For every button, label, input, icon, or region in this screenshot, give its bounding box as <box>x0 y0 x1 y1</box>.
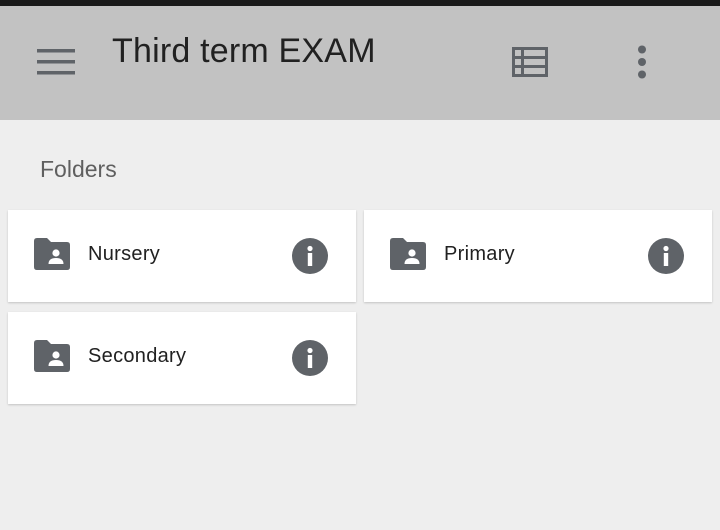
hamburger-menu-icon <box>37 49 75 75</box>
folder-info-button[interactable] <box>288 336 332 380</box>
info-icon <box>648 238 684 274</box>
info-icon <box>292 340 328 376</box>
list-view-icon <box>512 47 548 77</box>
shared-folder-icon <box>34 340 70 372</box>
shared-folder-icon <box>390 238 426 270</box>
app-title: Third term EXAM <box>112 32 376 70</box>
list-view-button[interactable] <box>502 36 558 88</box>
more-vert-icon <box>638 45 646 79</box>
info-icon <box>292 238 328 274</box>
menu-button[interactable] <box>28 36 84 88</box>
more-options-button[interactable] <box>614 36 670 88</box>
folder-card-secondary[interactable]: Secondary <box>8 312 356 404</box>
folder-info-button[interactable] <box>288 234 332 278</box>
shared-folder-icon <box>34 238 70 270</box>
section-header-folders: Folders <box>40 156 117 182</box>
folder-info-button[interactable] <box>644 234 688 278</box>
folder-card-nursery[interactable]: Nursery <box>8 210 356 302</box>
folder-name: Primary <box>444 243 515 265</box>
folder-name: Secondary <box>88 345 187 367</box>
app-bar: Third term EXAM <box>0 6 720 120</box>
folder-name: Nursery <box>88 243 161 265</box>
folder-card-primary[interactable]: Primary <box>364 210 712 302</box>
